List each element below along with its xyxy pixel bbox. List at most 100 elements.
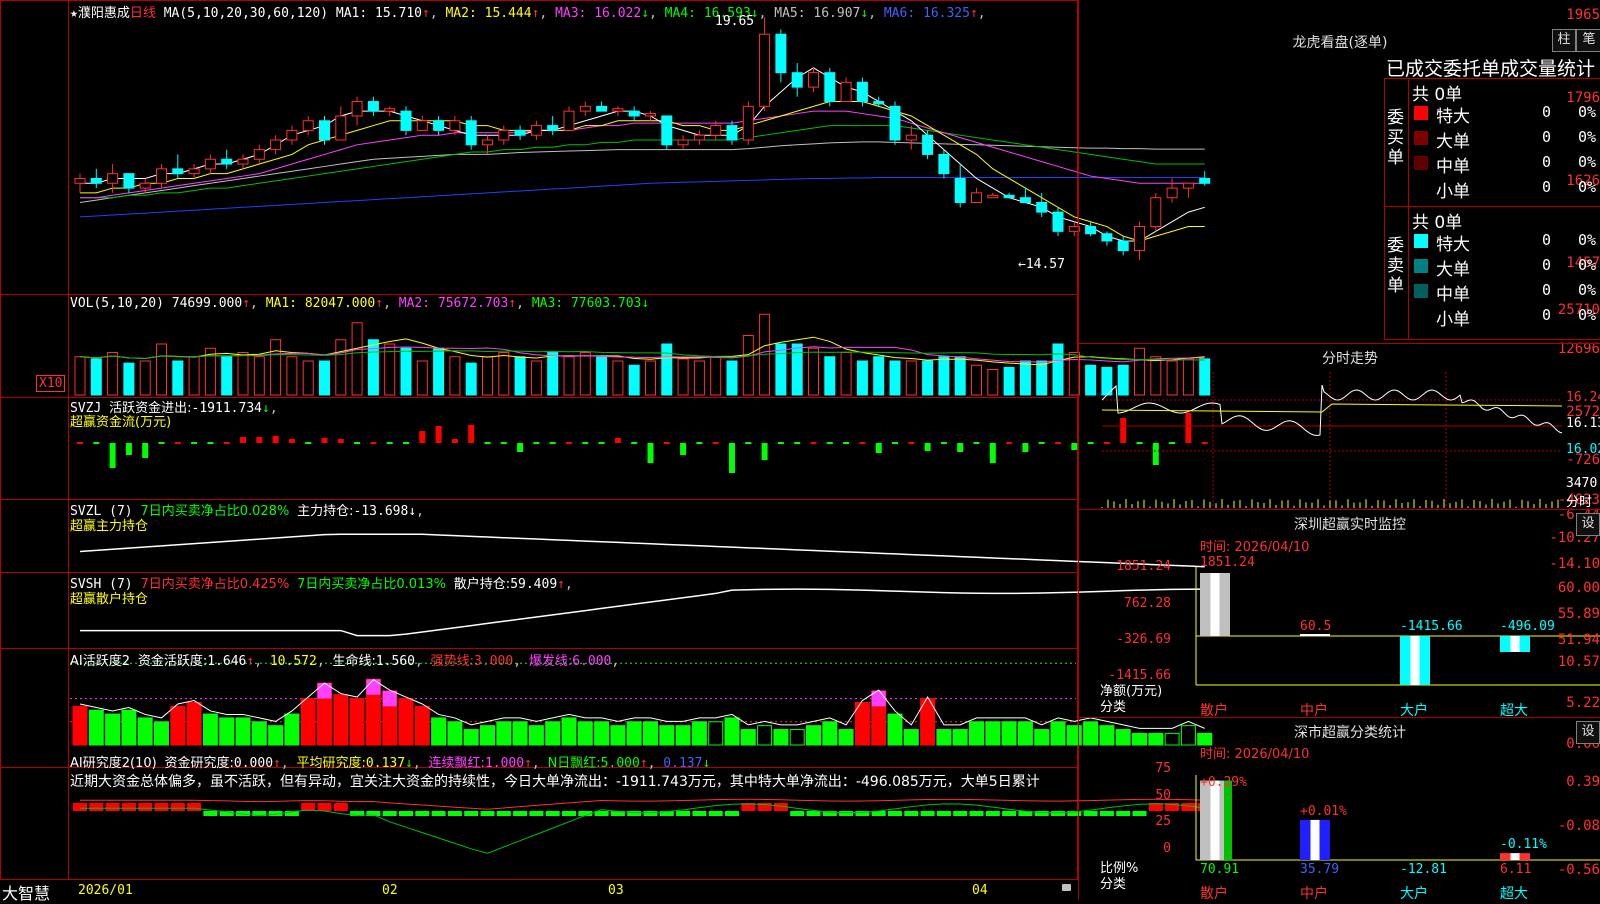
volume-bar	[1019, 360, 1031, 396]
flow-bar	[729, 443, 735, 473]
sz_stats-y-tick: 0	[1163, 841, 1171, 856]
flow-bar	[989, 443, 996, 463]
flow-bar	[908, 442, 915, 444]
sz_stats-category: 散户	[1200, 886, 1228, 902]
sell-row-pct: 0%	[1578, 256, 1597, 274]
retail-holding-line	[80, 588, 1205, 637]
candle-body	[856, 81, 868, 103]
volume-bar	[351, 322, 363, 396]
sz-stats-settings-button[interactable]: 设	[1576, 721, 1600, 744]
activity-bar	[561, 717, 577, 746]
brand-logo[interactable]: 大智慧	[2, 880, 50, 904]
research-bar	[839, 811, 854, 816]
volume-bar	[710, 356, 722, 396]
buy-row-name: 中单	[1436, 157, 1470, 177]
ai2-value-5: 0.137	[663, 756, 703, 771]
activity-bar	[838, 729, 854, 746]
research-bar	[562, 811, 576, 816]
activity-bar	[789, 729, 805, 746]
ai2-value-4: 5.000	[600, 756, 640, 771]
ma-line-6	[79, 177, 1205, 218]
activity-bar	[854, 701, 870, 746]
candle-body	[824, 72, 836, 103]
period-label[interactable]: 日线	[130, 6, 156, 21]
volume-bar	[90, 358, 102, 396]
candle-body	[726, 125, 738, 141]
volume-bar	[156, 343, 167, 396]
candle-body	[628, 110, 640, 117]
flow-bar	[435, 426, 442, 443]
ai2-value-1: 0.000	[233, 756, 274, 771]
candle-body	[335, 115, 347, 141]
flow-bar	[1071, 443, 1078, 450]
candle-body	[384, 108, 396, 112]
ai2-title: AI研究度2(10)	[70, 756, 157, 771]
ai2-arrow-2: ↓	[405, 756, 413, 771]
flow-bar	[223, 442, 230, 444]
ai2-label-4: N日飘红:	[547, 756, 601, 771]
candle-body	[661, 115, 673, 146]
flow-bar	[370, 442, 377, 444]
tick-mode-button[interactable]: 笔	[1576, 29, 1600, 52]
ai2-arrow-1: ↑	[273, 756, 281, 771]
activity-bar	[202, 713, 218, 746]
volume-bar	[742, 335, 754, 396]
volume-bar	[107, 352, 119, 396]
lock-icon[interactable]	[1062, 884, 1071, 891]
research-bar	[480, 811, 495, 816]
activity-bar	[268, 725, 284, 746]
candle-body	[465, 120, 477, 146]
research-bar	[725, 811, 739, 816]
svzl-arrow: ↓	[408, 504, 417, 519]
candle-body	[367, 101, 379, 112]
volume-bar	[677, 358, 689, 396]
ma-line-5	[79, 141, 1205, 203]
candle-body	[351, 101, 363, 117]
volume-bar	[791, 343, 803, 396]
star-icon[interactable]: ★	[70, 6, 78, 21]
ai1-label-3: 生命线:	[332, 654, 376, 669]
intraday-plot[interactable]	[1100, 372, 1564, 508]
volume-bar	[840, 352, 852, 396]
sell-swatch	[1414, 284, 1428, 298]
ma-value-3: MA3: 16.022↓	[555, 6, 650, 21]
flow-bar	[517, 443, 524, 452]
research-bar	[105, 803, 120, 811]
volume-bar	[1003, 366, 1015, 396]
activity-bar	[594, 721, 610, 746]
candle-body	[905, 134, 917, 141]
candle-body	[433, 120, 445, 131]
ai2-label-1: 资金研究度:	[164, 756, 234, 771]
research-bar	[317, 803, 332, 811]
buy-side-label: 委买单	[1387, 108, 1404, 168]
flow-bar	[745, 442, 752, 444]
research-bar	[431, 811, 446, 816]
activity-bar	[333, 694, 349, 746]
flow-bar	[533, 442, 540, 444]
research-bar	[513, 811, 528, 816]
x-tick-label: 2026/01	[78, 883, 133, 898]
sz-monitor-settings-button[interactable]: 设	[1576, 513, 1600, 536]
sz_stats-y-tick: 75	[1155, 761, 1171, 776]
activity-bar	[121, 709, 137, 746]
sz_stats-y-tick: 25	[1155, 814, 1171, 829]
research-bar	[89, 803, 104, 811]
activity-bar	[936, 729, 952, 746]
candle-body	[742, 105, 754, 141]
volume-bar	[449, 356, 461, 396]
bar-mode-button[interactable]: 柱	[1552, 29, 1576, 52]
ai1-value-1: 1.646	[207, 654, 247, 669]
volume-bar	[172, 360, 184, 396]
volume-bar	[596, 356, 608, 396]
flow-bar	[305, 442, 312, 444]
research-bar	[415, 811, 430, 816]
sell-row-count: 0	[1542, 256, 1552, 274]
flow-bar	[419, 431, 426, 443]
volume-bar	[221, 356, 233, 396]
volume-bar	[889, 360, 901, 396]
activity-bar	[577, 721, 593, 746]
sz_monitor-y-tick: 762.28	[1124, 596, 1171, 611]
candle-body	[1003, 194, 1015, 199]
research-bar	[676, 811, 691, 816]
activity-bar	[72, 705, 88, 746]
